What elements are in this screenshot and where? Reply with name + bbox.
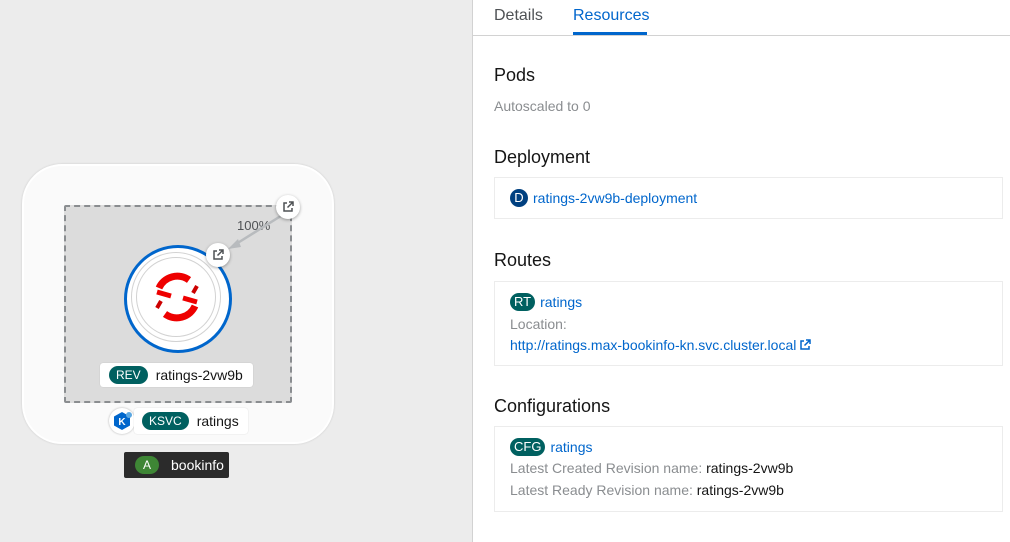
service-label[interactable]: KSVC ratings: [134, 408, 248, 434]
latest-ready-label: Latest Ready Revision name:: [510, 482, 693, 498]
rev-badge: REV: [109, 366, 148, 384]
application-label[interactable]: A bookinfo: [124, 452, 229, 478]
traffic-arrow: [228, 212, 285, 249]
ksvc-badge: KSVC: [142, 412, 189, 430]
configurations-card: CFG ratings Latest Created Revision name…: [494, 426, 1003, 512]
configuration-badge: CFG: [510, 438, 546, 456]
service-open-url-icon[interactable]: [276, 195, 300, 219]
routes-card: RT ratings Location: http://ratings.max-…: [494, 281, 1003, 366]
revision-label[interactable]: REV ratings-2vw9b: [100, 363, 253, 387]
revision-open-url-icon[interactable]: [206, 243, 230, 267]
latest-ready-value: ratings-2vw9b: [696, 482, 784, 498]
configuration-link[interactable]: ratings: [550, 439, 592, 455]
deployment-link[interactable]: ratings-2vw9b-deployment: [533, 190, 697, 206]
route-location-row: http://ratings.max-bookinfo-kn.svc.clust…: [510, 337, 812, 353]
revision-name: ratings-2vw9b: [155, 367, 243, 383]
deployment-badge: D: [510, 189, 528, 207]
pods-status: Autoscaled to 0: [494, 98, 591, 114]
deployment-card: D ratings-2vw9b-deployment: [494, 177, 1003, 219]
active-tab-indicator: [573, 32, 647, 35]
route-row: RT ratings: [510, 293, 582, 311]
latest-created-row: Latest Created Revision name: ratings-2v…: [510, 460, 793, 476]
route-location-link[interactable]: http://ratings.max-bookinfo-kn.svc.clust…: [510, 337, 796, 353]
deployment-row: D ratings-2vw9b-deployment: [510, 189, 697, 207]
openshift-logo-icon: [155, 272, 199, 322]
route-badge: RT: [510, 293, 536, 311]
route-location-label: Location:: [510, 316, 567, 332]
configuration-row: CFG ratings: [510, 438, 592, 456]
deployment-title: Deployment: [494, 147, 591, 167]
latest-created-value: ratings-2vw9b: [706, 460, 794, 476]
external-link-icon[interactable]: [799, 339, 812, 351]
routes-title: Routes: [494, 250, 552, 270]
application-name: bookinfo: [171, 457, 224, 473]
tab-details[interactable]: Details: [494, 7, 543, 25]
tab-resources[interactable]: Resources: [573, 7, 649, 25]
configurations-title: Configurations: [494, 396, 611, 416]
pods-title: Pods: [494, 65, 536, 85]
svg-text:K: K: [118, 417, 126, 428]
side-panel: Details Resources Pods Autoscaled to 0 D…: [472, 0, 1010, 542]
topology-canvas[interactable]: 100% REV ratings-2vw9b K KSVC ratings A …: [0, 0, 472, 542]
latest-ready-row: Latest Ready Revision name: ratings-2vw9…: [510, 482, 784, 498]
route-link[interactable]: ratings: [540, 294, 582, 310]
panel-tabs: Details Resources: [473, 0, 1010, 36]
latest-created-label: Latest Created Revision name:: [510, 460, 703, 476]
app-badge: A: [135, 456, 160, 474]
service-name: ratings: [196, 413, 239, 429]
knative-icon: K: [109, 408, 135, 434]
